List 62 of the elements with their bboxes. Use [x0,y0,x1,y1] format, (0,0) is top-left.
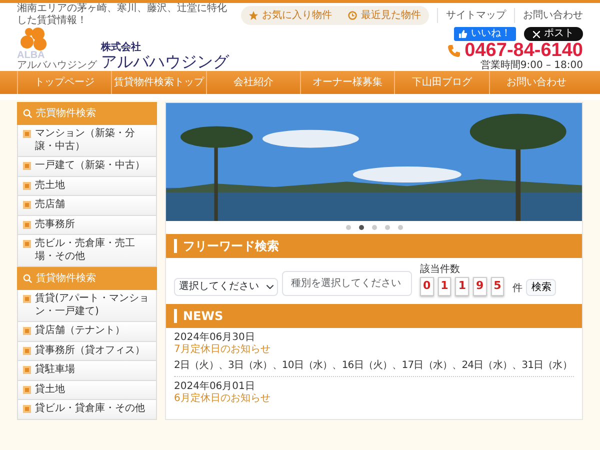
sidebar-item[interactable]: 売事務所 [17,216,157,235]
sidebar-item[interactable]: 売店舗 [17,196,157,216]
bullet-icon [23,295,31,303]
bullet-icon [23,130,31,138]
news-body: 2日（火）、3日（水）、10日（水）、16日（火）、17日（水）、24日（水）、31日（水） [174,360,573,372]
keyword-field[interactable]: 種別を選択してください [282,270,412,296]
news-date: 2024年06月01日 [174,380,256,392]
sidebar-item[interactable]: 貸事務所（貸オフィス） [17,342,157,361]
search-icon [23,109,32,118]
sidebar-item[interactable]: 賃貸(アパート・マンション・一戸建て) [17,290,157,322]
count-digit: 1 [455,277,469,296]
count-digit: 5 [490,277,504,296]
bullet-icon [23,162,31,170]
slider-dot[interactable] [384,225,390,230]
sidebar-heading: 売買物件検索 [17,102,157,125]
like-button[interactable]: いいね！ [454,27,516,41]
bullet-icon [23,182,31,190]
search-button[interactable]: 検索 [526,278,556,296]
slider-dot[interactable] [398,225,402,230]
post-button[interactable]: ポスト [524,27,583,41]
sidebar-item[interactable]: 売土地 [17,176,157,196]
section-header: NEWS [166,304,582,328]
news-date: 2024年06月30日 [174,332,256,344]
sidebar-item[interactable]: 貸土地 [17,380,157,400]
count-digit: 1 [438,277,452,296]
utility-link[interactable]: サイトマップ [437,8,506,22]
bullet-icon [23,405,31,413]
bullet-icon [23,386,31,394]
star-icon [249,10,258,20]
x-logo-icon [533,30,540,38]
clock-icon [348,10,357,20]
count-digit: 0 [420,277,434,296]
count-label: 該当件数 [420,262,461,277]
sidebar-heading: 賃貸物件検索 [17,267,157,290]
slider-dot[interactable] [358,225,364,230]
sidebar-item[interactable]: 貸店舗（テナント） [17,322,157,342]
sidebar-item[interactable]: 貸ビル・貸倉庫・その他 [17,400,157,420]
sidebar-item[interactable]: 一戸建て（新築・中古） [17,157,157,176]
thumbs-up-icon [459,30,467,38]
count-unit: 件 [512,282,522,296]
business-hours: 営業時間9:00 – 18:00 [480,60,583,71]
bullet-icon [23,346,31,354]
company-name: アルバハウジング [101,53,229,71]
company-type: 株式会社 [101,42,142,54]
phone-number: 0467-84-6140 [464,41,583,60]
bullet-icon [23,220,31,228]
slider-dot[interactable] [372,225,376,230]
logo-subtext: アルバハウジング [17,61,97,71]
count-digit: 9 [472,277,487,296]
bullet-icon [23,327,31,335]
sidebar-item[interactable]: 貸駐車場 [17,361,157,380]
bullet-icon [23,201,31,209]
utility-link[interactable]: お問い合わせ [514,8,583,22]
slider-dot[interactable] [346,225,350,230]
bullet-icon [23,240,31,248]
type-select[interactable]: 選択してください [174,278,278,296]
phone-icon [446,44,461,58]
sidebar-item[interactable]: 売ビル・売倉庫・売工場・その他 [17,235,157,267]
search-icon [23,274,32,283]
bullet-icon [23,366,31,374]
sidebar-item[interactable]: マンション（新築・分譲・中古） [17,125,157,157]
section-header: フリーワード検索 [166,234,582,258]
